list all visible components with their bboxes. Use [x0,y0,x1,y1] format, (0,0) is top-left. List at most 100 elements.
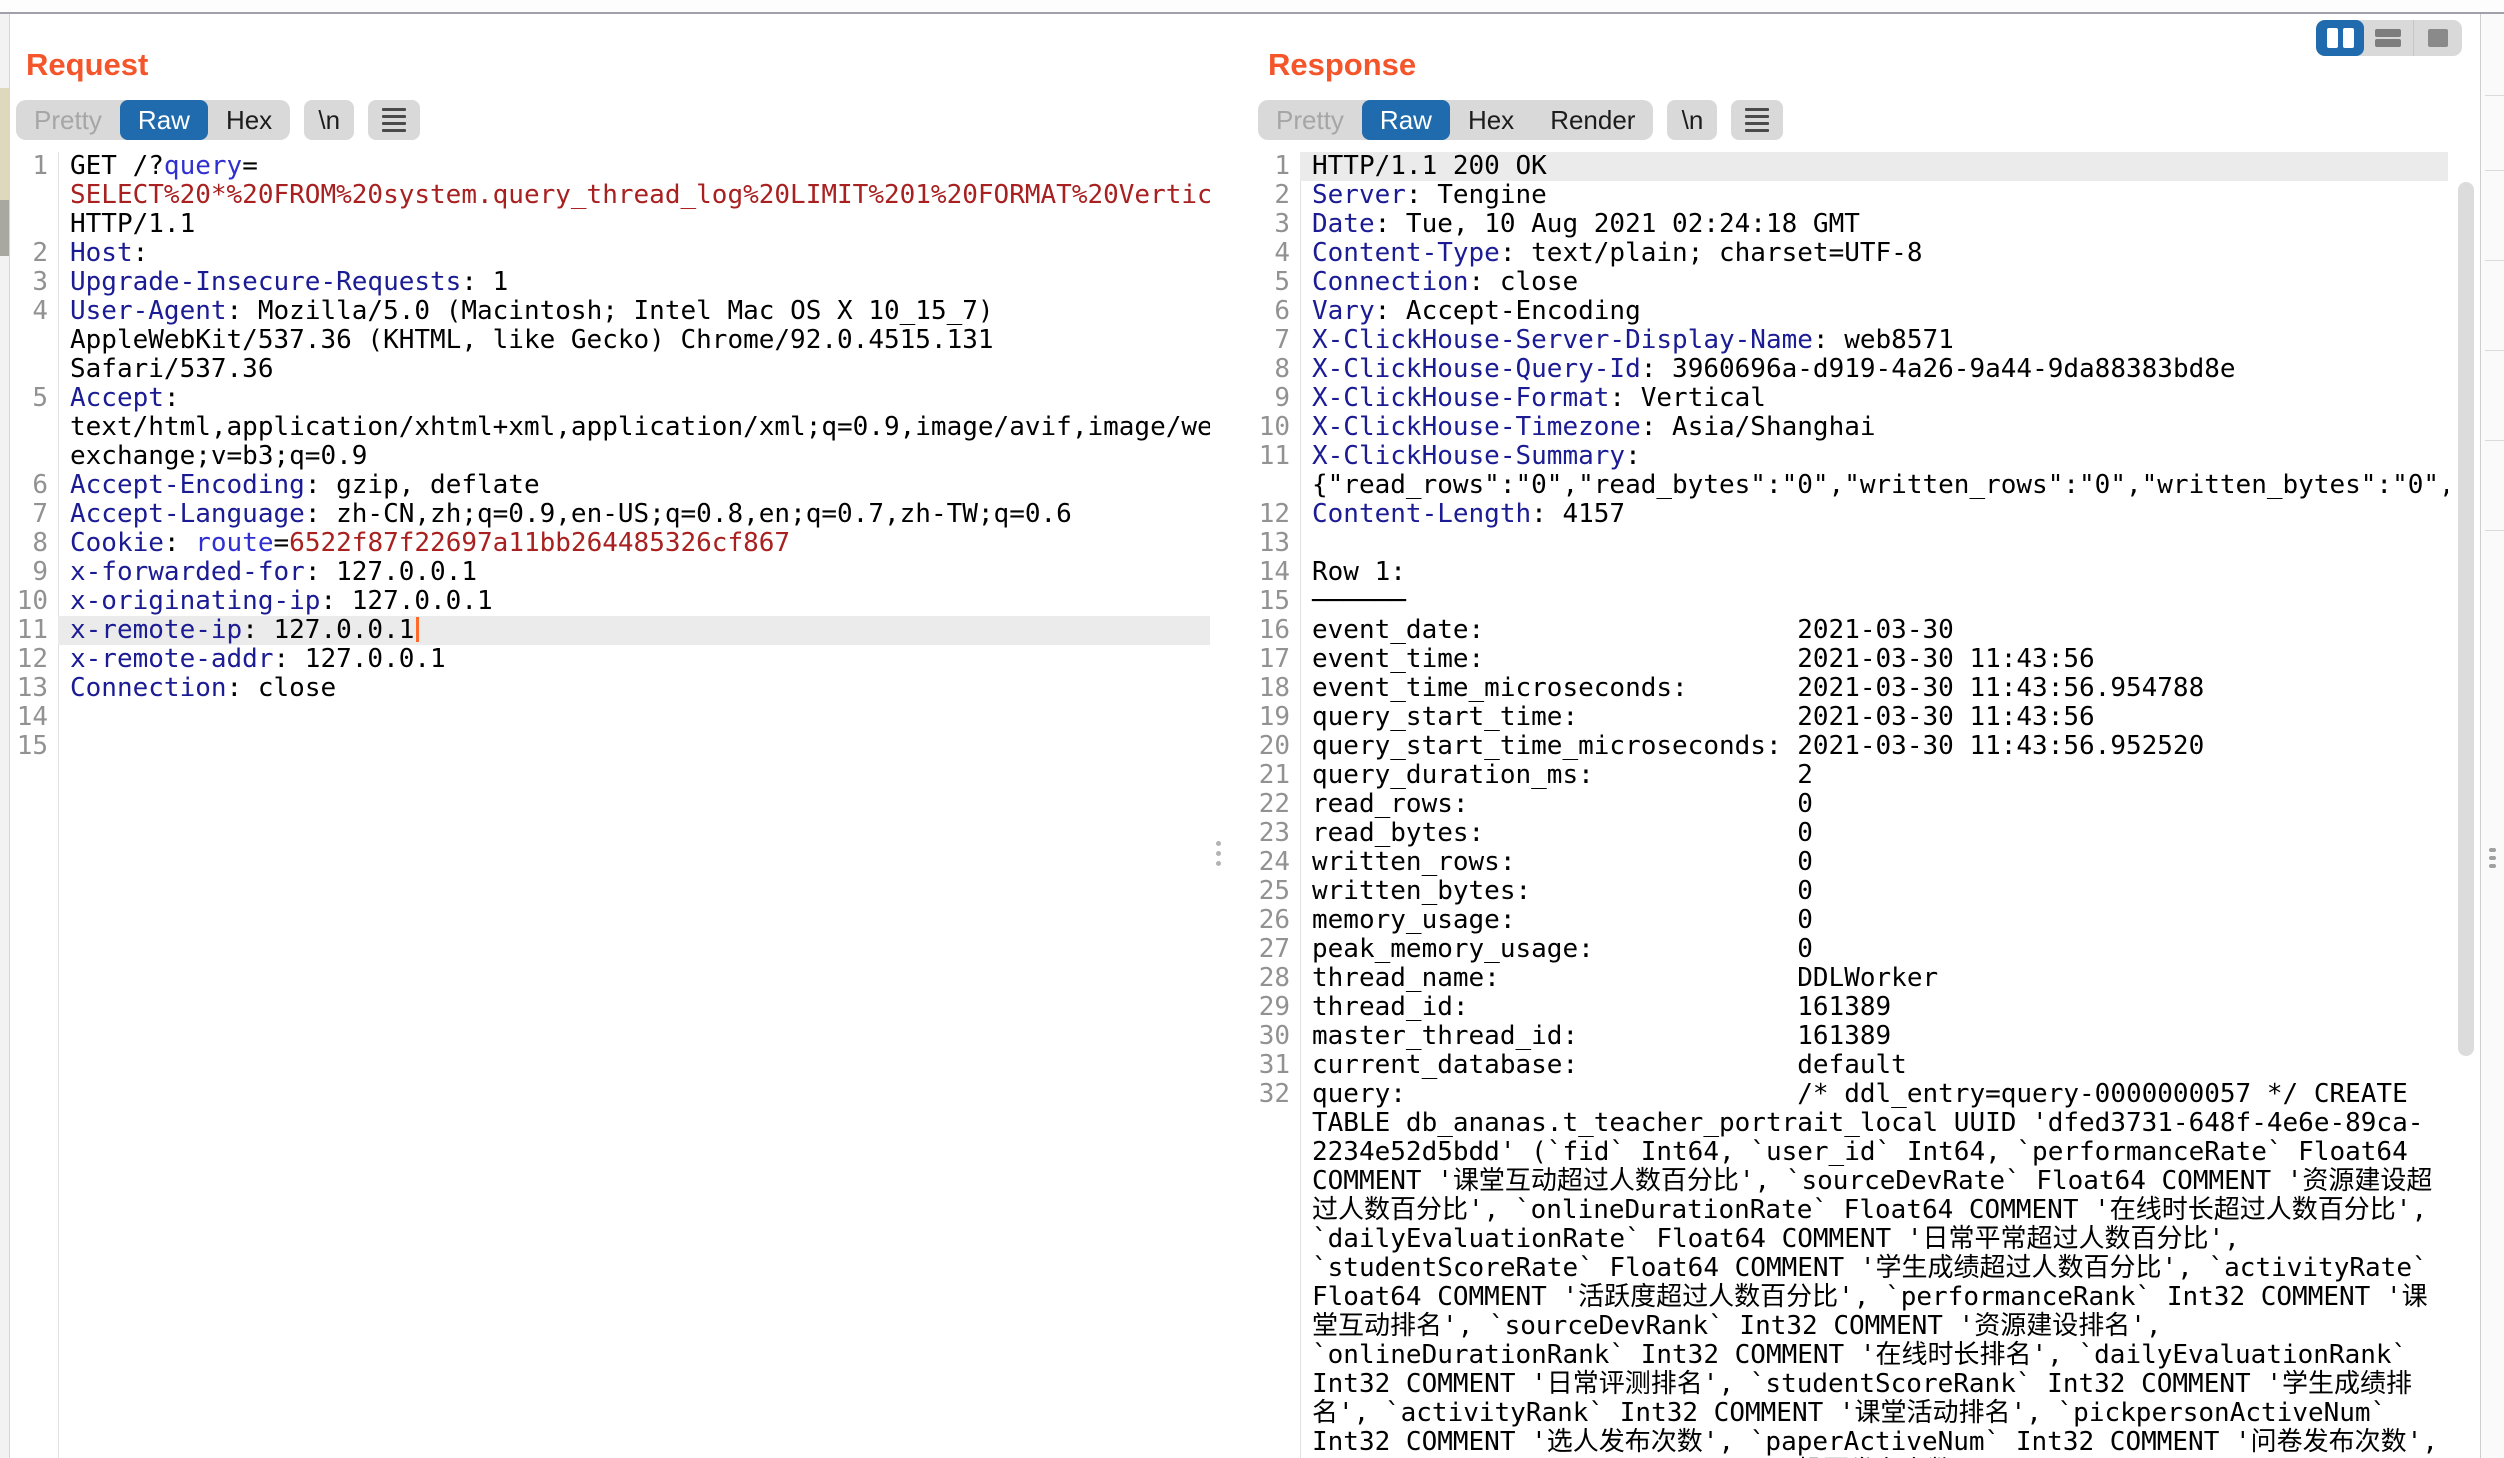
line-content: Date: Tue, 10 Aug 2021 02:24:18 GMT [1300,210,2448,239]
line-number: 15 [10,732,58,761]
line-content: read_bytes: 0 [1300,819,2448,848]
line-content: Accept-Encoding: gzip, deflate [58,471,1210,500]
response-panel: Response PrettyRawHexRender \n 1HTTP/1.1… [1252,14,2480,1458]
line-content: peak_memory_usage: 0 [1300,935,2448,964]
code-line: 11X-ClickHouse-Summary: {"read_rows":"0"… [1252,442,2448,500]
panel-resize-handle[interactable] [1216,838,1221,868]
line-content: Row 1: [1300,558,2448,587]
tab-raw[interactable]: Raw [1362,100,1450,140]
line-number: 29 [1252,993,1300,1022]
tab-raw[interactable]: Raw [120,100,208,140]
code-line: 3Upgrade-Insecure-Requests: 1 [10,268,1210,297]
line-number: 13 [10,674,58,703]
tab-hex[interactable]: Hex [1450,100,1532,140]
line-number: 13 [1252,529,1300,558]
line-content: written_rows: 0 [1300,848,2448,877]
code-line: 20query_start_time_microseconds: 2021-03… [1252,732,2448,761]
code-line: 6Accept-Encoding: gzip, deflate [10,471,1210,500]
tab-pretty[interactable]: Pretty [1258,100,1362,140]
code-line: 13 [1252,529,2448,558]
tab-hex[interactable]: Hex [208,100,290,140]
line-content: thread_name: DDLWorker [1300,964,2448,993]
layout-toggle-group [2316,20,2462,56]
code-line: 7Accept-Language: zh-CN,zh;q=0.9,en-US;q… [10,500,1210,529]
burp-message-editor: Request PrettyRawHex \n 1GET /?query=​SE… [0,0,2504,1458]
line-number: 3 [1252,210,1300,239]
background-window-fragment [0,200,9,256]
line-content: Accept-Language: zh-CN,zh;q=0.9,en-US;q=… [58,500,1210,529]
side-panel-divider [2485,170,2504,171]
show-newlines-button[interactable]: \n [1667,100,1717,140]
line-content: x-originating-ip: 127.0.0.1 [58,587,1210,616]
line-content: HTTP/1.1 200 OK [1300,152,2448,181]
code-line: 6Vary: Accept-Encoding [1252,297,2448,326]
editor-menu-button[interactable] [368,100,420,140]
line-number: 14 [1252,558,1300,587]
line-number: 4 [1252,239,1300,268]
code-line: 9X-ClickHouse-Format: Vertical [1252,384,2448,413]
single-pane-button[interactable] [2413,20,2462,56]
line-number: 11 [10,616,58,645]
line-content: Vary: Accept-Encoding [1300,297,2448,326]
side-panel-divider [2485,350,2504,351]
code-line: 24written_rows: 0 [1252,848,2448,877]
line-content: Host: [58,239,1210,268]
code-line: 4User-Agent: Mozilla/5.0 (Macintosh; Int… [10,297,1210,384]
hamburger-menu-icon [382,104,406,136]
code-line: 1GET /?query=​SELECT%20*%20FROM%20system… [10,152,1210,239]
editor-menu-button[interactable] [1731,100,1783,140]
line-number: 5 [10,384,58,471]
code-line: 27peak_memory_usage: 0 [1252,935,2448,964]
code-line: 2Host: [10,239,1210,268]
line-number: 12 [10,645,58,674]
code-line: 9x-forwarded-for: 127.0.0.1 [10,558,1210,587]
line-content: Upgrade-Insecure-Requests: 1 [58,268,1210,297]
code-line: 31current_database: default [1252,1051,2448,1080]
line-content: ────── [1300,587,2448,616]
code-line: 15 [10,732,1210,761]
line-content [58,732,1210,761]
show-newlines-button[interactable]: \n [304,100,354,140]
line-number: 30 [1252,1022,1300,1051]
line-content: x-remote-addr: 127.0.0.1 [58,645,1210,674]
split-rows-button[interactable] [2364,20,2412,56]
request-view-tabs: PrettyRawHex [16,100,290,140]
line-content: master_thread_id: 161389 [1300,1022,2448,1051]
code-line: 14Row 1: [1252,558,2448,587]
code-line: 30master_thread_id: 161389 [1252,1022,2448,1051]
code-line: 25written_bytes: 0 [1252,877,2448,906]
code-line: 12Content-Length: 4157 [1252,500,2448,529]
text-caret [416,617,419,642]
collapsed-side-panel [2480,14,2504,1458]
tab-render[interactable]: Render [1532,100,1653,140]
line-number: 5 [1252,268,1300,297]
code-line: 22read_rows: 0 [1252,790,2448,819]
line-content: Server: Tengine [1300,181,2448,210]
line-content: X-ClickHouse-Format: Vertical [1300,384,2448,413]
tab-pretty[interactable]: Pretty [16,100,120,140]
code-line: 13Connection: close [10,674,1210,703]
code-line: 1HTTP/1.1 200 OK [1252,152,2448,181]
request-editor[interactable]: 1GET /?query=​SELECT%20*%20FROM%20system… [10,152,1210,1458]
line-content: Connection: close [1300,268,2448,297]
code-line: 5Accept: text/html,application/xhtml+xml… [10,384,1210,471]
line-number: 21 [1252,761,1300,790]
line-content: query_duration_ms: 2 [1300,761,2448,790]
line-number: 12 [1252,500,1300,529]
line-content: Cookie: route=6522f87f22697a11bb26448532… [58,529,1210,558]
response-scrollbar-thumb[interactable] [2458,182,2474,1056]
line-content: read_rows: 0 [1300,790,2448,819]
line-number: 25 [1252,877,1300,906]
line-content: Content-Length: 4157 [1300,500,2448,529]
line-number: 7 [10,500,58,529]
side-panel-resize-handle[interactable] [2489,846,2496,870]
response-editor[interactable]: 1HTTP/1.1 200 OK2Server: Tengine3Date: T… [1252,152,2448,1458]
code-line: 18event_time_microseconds: 2021-03-30 11… [1252,674,2448,703]
line-number: 11 [1252,442,1300,500]
line-number: 19 [1252,703,1300,732]
code-line: 14 [10,703,1210,732]
line-content: event_time: 2021-03-30 11:43:56 [1300,645,2448,674]
line-number: 24 [1252,848,1300,877]
background-window-edge [0,14,10,1458]
split-columns-button[interactable] [2316,20,2364,56]
